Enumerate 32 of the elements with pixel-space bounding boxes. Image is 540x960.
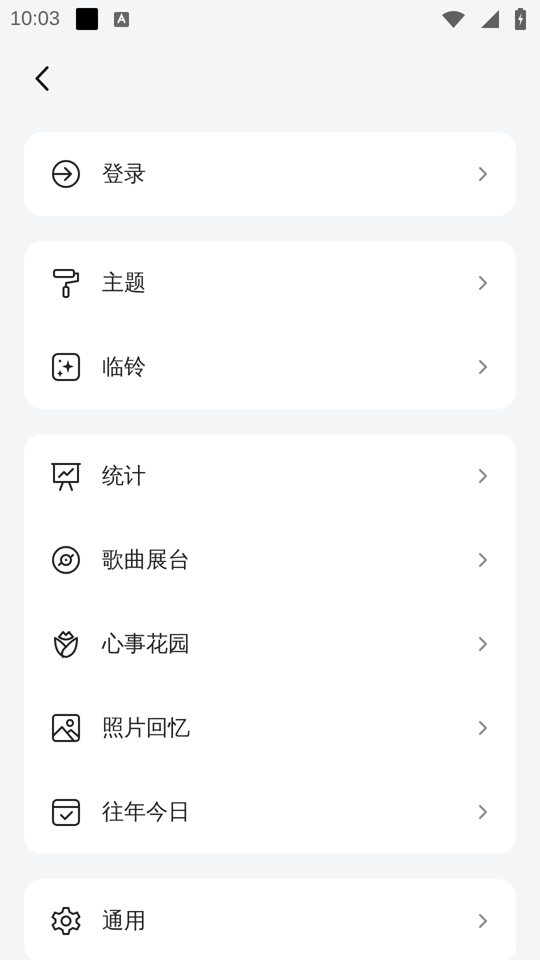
notification-icon (76, 8, 98, 30)
chevron-icon (478, 804, 488, 820)
menu-item[interactable]: 歌曲展台 (24, 518, 516, 602)
menu-item[interactable]: 主题 (24, 241, 516, 325)
menu-item[interactable]: 临铃 (24, 325, 516, 409)
paint-roller-icon (50, 267, 82, 299)
chevron-icon (478, 720, 488, 736)
chevron-icon (478, 275, 488, 291)
app-icon (114, 12, 130, 26)
chevron-icon (478, 359, 488, 375)
calendar-check-icon (50, 796, 82, 828)
battery-icon (515, 8, 526, 30)
chevron-icon (478, 468, 488, 484)
chevron-icon (478, 166, 488, 182)
menu-item[interactable]: 通用 (24, 879, 516, 960)
menu-item[interactable]: 照片回忆 (24, 686, 516, 770)
image-icon (50, 712, 82, 744)
signal-icon (481, 10, 499, 28)
chart-board-icon (50, 460, 82, 492)
chevron-icon (478, 913, 488, 929)
menu-item[interactable]: 登录 (24, 132, 516, 216)
menu-item[interactable]: 统计 (24, 434, 516, 518)
wifi-icon (442, 10, 465, 28)
menu-item[interactable]: 往年今日 (24, 770, 516, 854)
menu-item[interactable]: 心事花园 (24, 602, 516, 686)
chevron-icon (478, 552, 488, 568)
chevron-icon (478, 636, 488, 652)
sparkles-icon (50, 351, 82, 383)
login-icon (50, 158, 82, 190)
disc-icon (50, 544, 82, 576)
clock: 10:03 (10, 7, 60, 32)
settings-icon (50, 905, 82, 937)
